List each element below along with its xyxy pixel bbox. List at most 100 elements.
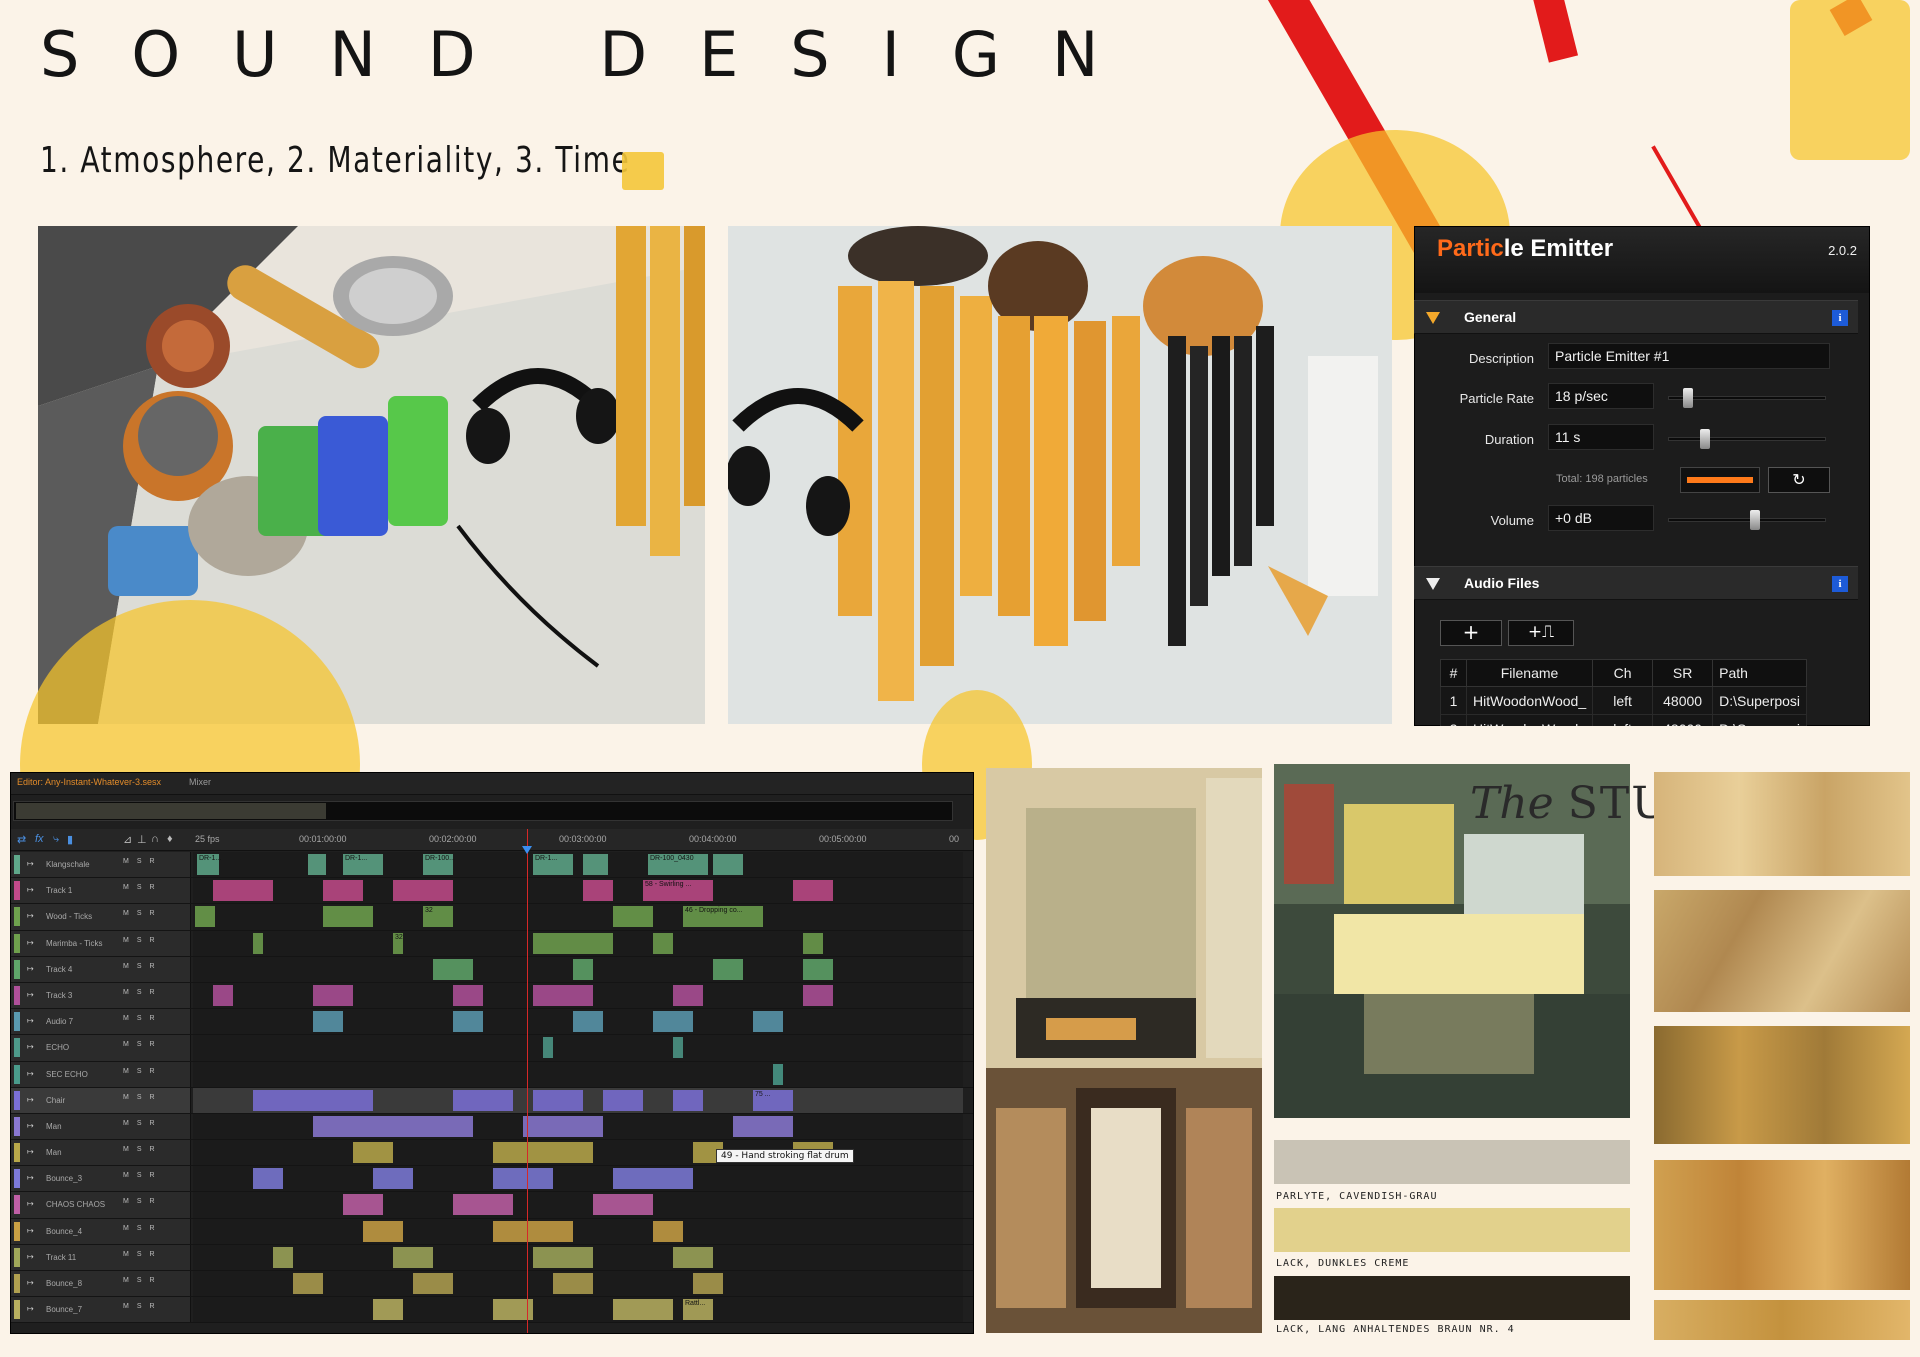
track-input-icon[interactable]: ↦ [27, 1095, 34, 1104]
track-row[interactable]: ↦ Marimba - Ticks MSR 32 [11, 930, 973, 957]
audio-clip[interactable] [533, 1089, 583, 1111]
audio-clip[interactable] [673, 1089, 703, 1111]
track-mute-solo-record[interactable]: MSR [123, 1094, 163, 1101]
audio-clip[interactable] [413, 1273, 453, 1294]
audio-clip[interactable] [493, 1142, 593, 1164]
track-header[interactable]: ↦ Track 3 MSR [11, 982, 191, 1009]
track-header[interactable]: ↦ ECHO MSR [11, 1035, 191, 1061]
track-input-icon[interactable]: ↦ [27, 1121, 34, 1130]
track-name[interactable]: Track 3 [46, 991, 72, 1000]
overview-selection[interactable] [16, 803, 326, 819]
particle-rate-input[interactable]: 18 p/sec [1548, 383, 1654, 409]
track-row[interactable]: ↦ Bounce_7 MSR Rattl... [11, 1297, 973, 1324]
audio-clip[interactable] [713, 958, 743, 980]
track-mute-solo-record[interactable]: MSR [123, 1120, 163, 1127]
track-name[interactable]: SEC ECHO [46, 1070, 88, 1079]
track-name[interactable]: ECHO [46, 1043, 69, 1052]
audio-clip[interactable] [313, 984, 353, 1006]
col-header[interactable]: SR [1652, 659, 1714, 687]
track-input-icon[interactable]: ↦ [27, 885, 34, 894]
tab-mixer[interactable]: Mixer [189, 777, 211, 787]
audio-clip[interactable]: 75 ... [753, 1089, 793, 1111]
particle-rate-slider-thumb[interactable] [1683, 388, 1693, 408]
audio-clip[interactable] [583, 854, 608, 875]
col-header[interactable]: Filename [1465, 659, 1594, 687]
track-input-icon[interactable]: ↦ [27, 1147, 34, 1156]
duration-slider-thumb[interactable] [1700, 429, 1710, 449]
pe-section-general[interactable]: General i [1414, 300, 1858, 334]
col-header[interactable]: Ch [1592, 659, 1654, 687]
track-lane[interactable] [193, 1271, 963, 1297]
track-header[interactable]: ↦ Chair MSR [11, 1087, 191, 1113]
audio-clip[interactable] [453, 1089, 513, 1111]
volume-envelope-icon[interactable]: ⊿ [123, 833, 132, 846]
audio-clip[interactable] [793, 880, 833, 902]
track-row[interactable]: ↦ SEC ECHO MSR [11, 1061, 973, 1088]
track-header[interactable]: ↦ Audio 7 MSR [11, 1009, 191, 1035]
playhead-marker-icon[interactable] [522, 846, 532, 854]
audio-clip[interactable] [553, 1273, 593, 1294]
audio-clip[interactable] [583, 880, 613, 902]
track-lane[interactable]: 32 46 - Dropping co... [193, 904, 963, 930]
track-row[interactable]: ↦ Track 1 MSR 58 - Swirling ... [11, 878, 973, 905]
audio-clip[interactable] [803, 932, 823, 954]
track-name[interactable]: Audio 7 [46, 1017, 73, 1026]
track-mute-solo-record[interactable]: MSR [123, 1146, 163, 1153]
loop-icon[interactable]: ⇄ [17, 833, 26, 846]
description-input[interactable]: Particle Emitter #1 [1548, 343, 1830, 369]
tab-editor[interactable]: Editor: Any-Instant-Whatever-3.sesx [17, 777, 161, 787]
audio-clip[interactable] [673, 984, 703, 1006]
duration-input[interactable]: 11 s [1548, 424, 1654, 450]
track-row[interactable]: ↦ CHAOS CHAOS MSR [11, 1192, 973, 1219]
audio-clip[interactable] [753, 1011, 783, 1033]
audio-clip[interactable]: DR-1... [197, 854, 221, 875]
audio-clip[interactable] [313, 1011, 343, 1033]
input-icon[interactable]: ⊥ [137, 833, 147, 846]
audio-clip[interactable] [533, 932, 613, 954]
track-row[interactable]: ↦ Man MSR [11, 1113, 973, 1141]
audio-clip[interactable] [543, 1037, 553, 1059]
audio-clip[interactable]: DR-1... [343, 854, 383, 875]
collapse-triangle-icon[interactable] [1426, 578, 1440, 590]
table-row[interactable]: 1 HitWoodonWood_ left 48000 D:\Superposi [1440, 686, 1808, 715]
track-row[interactable]: ↦ Track 11 MSR [11, 1244, 973, 1271]
track-header[interactable]: ↦ Klangschale MSR [11, 852, 191, 878]
audio-clip[interactable] [593, 1194, 653, 1216]
track-header[interactable]: ↦ Bounce_8 MSR [11, 1271, 191, 1297]
col-header[interactable]: # [1440, 659, 1467, 687]
track-lane[interactable] [193, 982, 963, 1009]
track-name[interactable]: Klangschale [46, 860, 90, 869]
track-input-icon[interactable]: ↦ [27, 1173, 34, 1182]
track-input-icon[interactable]: ↦ [27, 1042, 34, 1051]
track-input-icon[interactable]: ↦ [27, 911, 34, 920]
track-name[interactable]: Chair [46, 1096, 65, 1105]
track-lane[interactable] [193, 1061, 963, 1087]
track-input-icon[interactable]: ↦ [27, 1226, 34, 1235]
pe-section-audio-files[interactable]: Audio Files i [1414, 566, 1858, 600]
audio-clip[interactable] [323, 880, 363, 902]
track-name[interactable]: Bounce_8 [46, 1279, 82, 1288]
meter-icon[interactable]: ▮ [67, 833, 73, 846]
track-name[interactable]: Track 4 [46, 965, 72, 974]
audio-clip[interactable] [373, 1299, 403, 1321]
overview-bar[interactable] [13, 801, 953, 821]
audio-clip[interactable] [293, 1273, 323, 1294]
track-mute-solo-record[interactable]: MSR [123, 1041, 163, 1048]
audio-clip[interactable] [533, 984, 593, 1006]
collapse-triangle-icon[interactable] [1426, 312, 1440, 324]
track-row[interactable]: ↦ Wood - Ticks MSR 32 46 - Dropping co... [11, 904, 973, 931]
track-mute-solo-record[interactable]: MSR [123, 1015, 163, 1022]
track-row[interactable]: ↦ Bounce_4 MSR [11, 1218, 973, 1245]
send-icon[interactable]: ⤷ [53, 833, 59, 846]
track-row[interactable]: ↦ Bounce_8 MSR [11, 1271, 973, 1298]
audio-clip[interactable] [603, 1089, 643, 1111]
add-marker-button[interactable]: +⎍ [1508, 620, 1574, 646]
track-mute-solo-record[interactable]: MSR [123, 937, 163, 944]
track-lane[interactable]: 32 [193, 930, 963, 956]
audio-clip[interactable] [803, 984, 833, 1006]
reset-button[interactable]: ↻ [1768, 467, 1830, 493]
volume-slider-thumb[interactable] [1750, 510, 1760, 530]
audio-clip[interactable] [773, 1063, 783, 1085]
track-mute-solo-record[interactable]: MSR [123, 858, 163, 865]
headphones-icon[interactable]: ∩ [151, 833, 159, 845]
